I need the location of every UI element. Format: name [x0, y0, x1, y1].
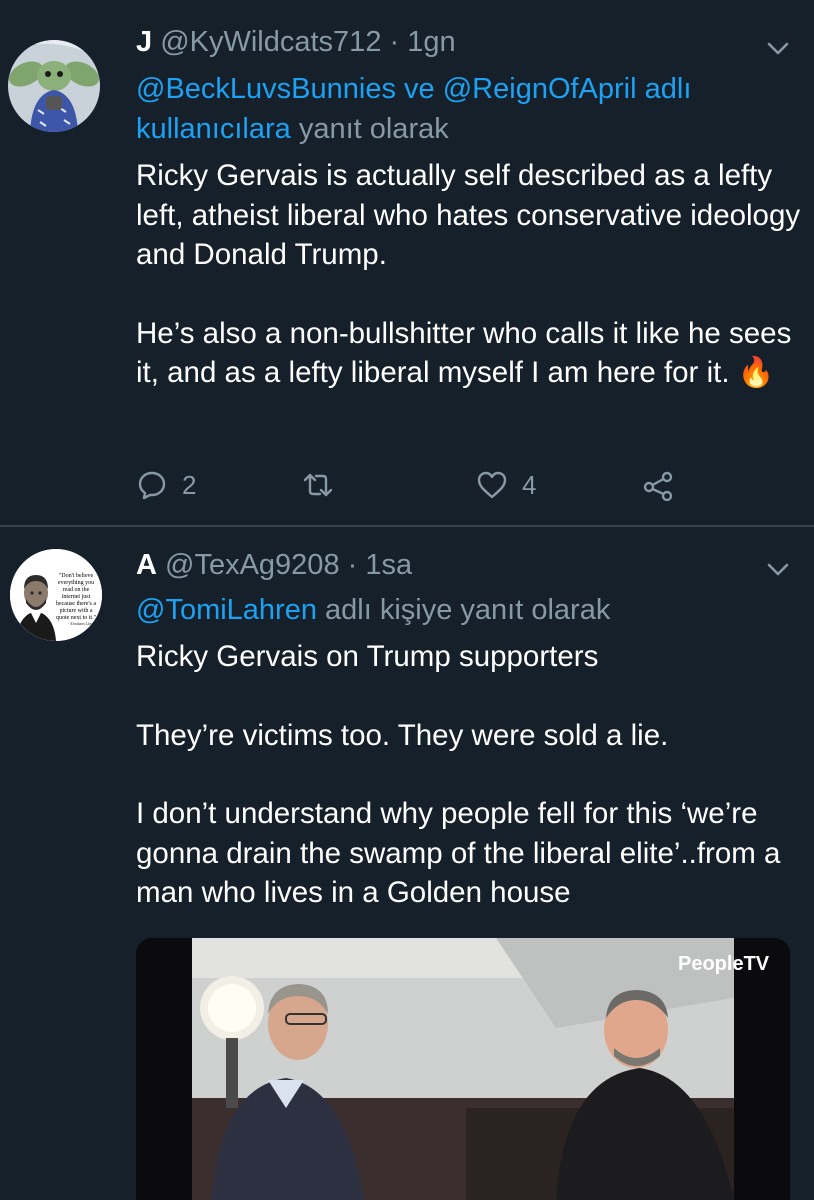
- like-count: 4: [522, 469, 537, 500]
- tweet-text: Ricky Gervais on Trump supporters They’r…: [136, 637, 806, 913]
- tweet-text: Ricky Gervais is actually self described…: [136, 156, 806, 393]
- share-icon: [643, 471, 673, 501]
- retweet-button[interactable]: [302, 465, 334, 505]
- reply-count: 2: [182, 469, 197, 500]
- video-media[interactable]: PeopleTV: [136, 938, 790, 1200]
- tweet[interactable]: J @KyWildcats712 · 1gn @BeckLuvsBunnies …: [0, 0, 814, 525]
- reply-label: yanıt olarak: [298, 113, 449, 145]
- tweet-paragraph: Ricky Gervais on Trump supporters: [136, 640, 599, 673]
- reply-button[interactable]: 2: [136, 465, 196, 505]
- chevron-down-icon[interactable]: [764, 34, 792, 62]
- tweet-header: A @TexAg9208 · 1sa: [136, 547, 412, 583]
- avatar[interactable]: "Don't believe everything you read on th…: [10, 549, 102, 641]
- reply-context: @BeckLuvsBunnies ve @ReignOfApril adlı k…: [136, 69, 796, 149]
- mention-link[interactable]: @BeckLuvsBunnies: [136, 73, 396, 105]
- video-thumbnail: PeopleTV: [136, 938, 790, 1200]
- timestamp[interactable]: 1sa: [365, 549, 412, 581]
- tweet-paragraph: I don’t understand why people fell for t…: [136, 797, 781, 909]
- mention-link[interactable]: @TomiLahren: [136, 594, 317, 626]
- tweet-paragraph: Ricky Gervais is actually self described…: [136, 159, 801, 271]
- avatar[interactable]: [8, 40, 100, 132]
- avatar-quote: "Don't believe everything you read on th…: [55, 573, 97, 621]
- tweet-actions: 2 4: [136, 465, 696, 505]
- reply-icon: [138, 471, 166, 500]
- display-name[interactable]: A: [136, 549, 157, 581]
- like-icon: [477, 471, 507, 499]
- like-button[interactable]: 4: [476, 465, 536, 505]
- reply-label: adlı kişiye yanıt olarak: [325, 594, 611, 626]
- share-button[interactable]: [642, 465, 674, 505]
- chevron-down-icon[interactable]: [764, 555, 792, 583]
- reply-connector[interactable]: ve: [404, 73, 435, 105]
- display-name[interactable]: J: [136, 26, 152, 58]
- tweet[interactable]: "Don't believe everything you read on th…: [0, 527, 814, 1200]
- user-handle[interactable]: @TexAg9208: [165, 549, 340, 581]
- tweet-paragraph: They’re victims too. They were sold a li…: [136, 718, 669, 752]
- avatar-attribution: - Abraham Lincoln: [67, 621, 98, 626]
- mention-link[interactable]: @ReignOfApril: [443, 73, 637, 105]
- user-handle[interactable]: @KyWildcats712: [160, 26, 381, 58]
- tweet-paragraph: He’s also a non-bullshitter who calls it…: [136, 316, 792, 390]
- reply-context: @TomiLahren adlı kişiye yanıt olarak: [136, 590, 796, 630]
- separator-dot: ·: [347, 549, 358, 581]
- video-watermark: PeopleTV: [678, 953, 770, 975]
- timestamp[interactable]: 1gn: [407, 26, 455, 58]
- separator-dot: ·: [389, 26, 400, 58]
- tweet-header: J @KyWildcats712 · 1gn: [136, 24, 456, 60]
- retweet-icon: [303, 473, 333, 497]
